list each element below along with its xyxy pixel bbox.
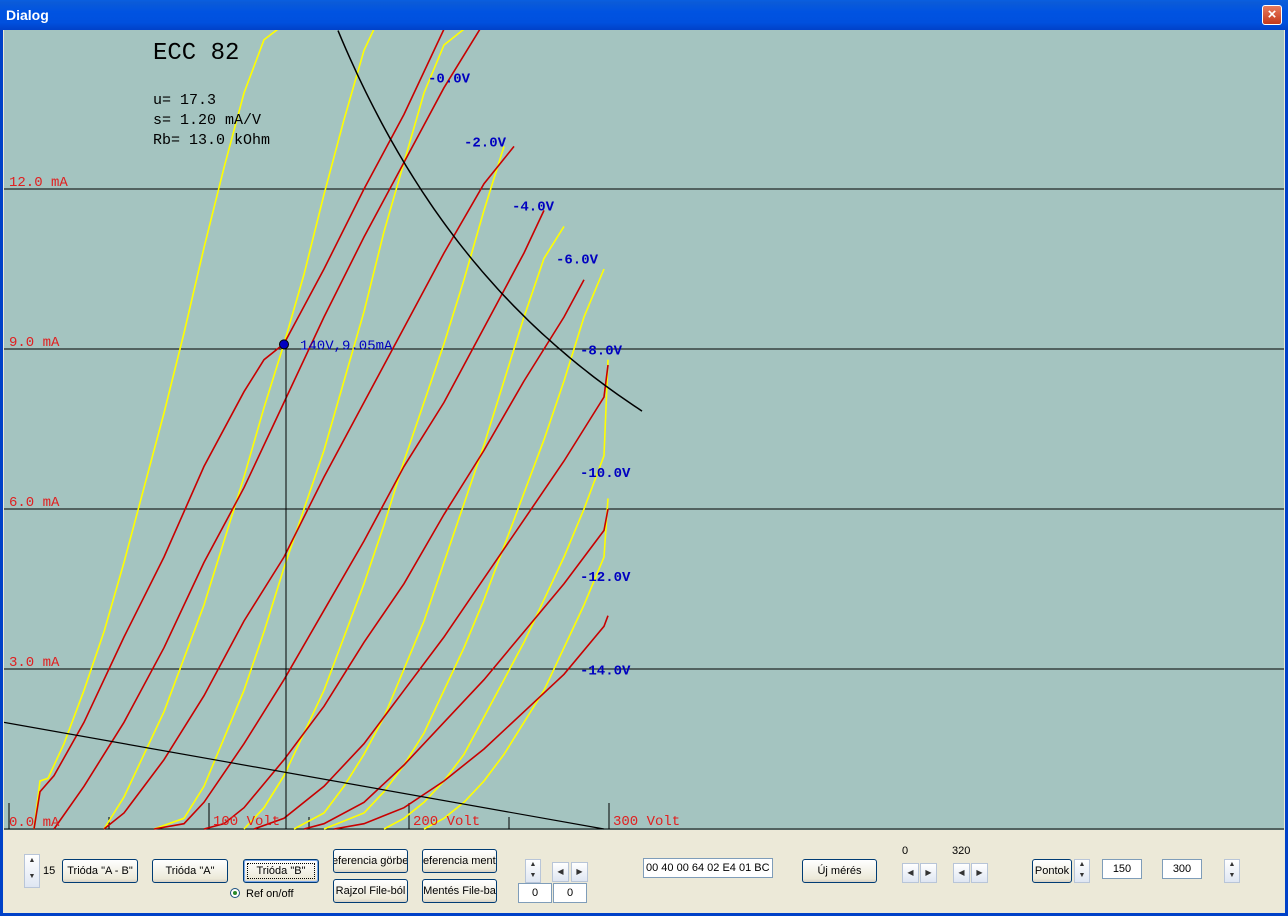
points-button[interactable]: Pontok [1032,859,1072,883]
points-spinner[interactable]: ▲ ▼ [1074,859,1090,883]
spin-up-icon[interactable]: ▲ [1075,860,1089,871]
save-to-file-button[interactable]: Mentés File-ba [422,879,497,903]
trioda-ab-label: Trióda "A - B" [67,865,133,877]
curve-count-value: 15 [43,865,56,877]
spin-up-icon[interactable]: ▲ [526,860,540,871]
tube-mu: u= 17.3 [153,92,216,109]
x-tick-label: 100 Volt [213,814,280,830]
y-tick-label: 0.0 mA [9,815,60,830]
draw-from-file-button[interactable]: Rajzol File-ból [333,879,408,903]
spin-down-icon[interactable]: ▼ [25,871,39,887]
offset-spinner[interactable]: ▲ ▼ [525,859,541,883]
curve-count-spinner[interactable]: ▲ ▼ [24,854,40,888]
draw-from-file-label: Rajzol File-ból [335,885,406,897]
hex-bytes-field[interactable]: 00 40 00 64 02 E4 01 BC [643,858,773,878]
ref-curve-label: Referencia görbe [334,855,408,867]
spin-up-icon[interactable]: ▲ [1225,860,1239,871]
bias-label: -0.0V [428,71,471,87]
right-arrow-icon: ▶ [925,868,932,877]
range-max-label: 320 [952,845,971,857]
title-bar[interactable]: Dialog × [0,0,1288,30]
min-right-button[interactable]: ▶ [920,863,937,883]
ref-toggle-label: Ref on/off [246,888,294,900]
left-arrow-icon: ◀ [907,868,914,877]
points-end-field[interactable]: 300 [1162,859,1202,879]
close-button[interactable]: × [1262,5,1282,25]
x-tick-label: 300 Volt [613,814,680,830]
bias-label: -14.0V [580,663,631,679]
trioda-b-label: Trióda "B" [244,860,318,882]
y-tick-label: 6.0 mA [9,495,60,511]
new-measure-button[interactable]: Új mérés [802,859,877,883]
y-tick-label: 9.0 mA [9,335,60,351]
trioda-a-button[interactable]: Trióda "A" [152,859,228,883]
bias-label: -2.0V [464,135,507,151]
ref-curve-button[interactable]: Referencia görbe [333,849,408,873]
points-label: Pontok [1034,865,1070,877]
marker-point[interactable] [279,339,289,350]
new-measure-label: Új mérés [817,865,862,877]
left-arrow-icon: ◀ [557,867,564,876]
window-title: Dialog [6,7,49,23]
control-toolbar: ▲ ▼ 15 Trióda "A - B" Trióda "A" Trióda "… [4,831,1284,913]
trioda-ab-button[interactable]: Trióda "A - B" [62,859,138,883]
max-right-button[interactable]: ▶ [971,863,988,883]
tube-curve-plot[interactable]: 0.0 mA 3.0 mA 6.0 mA 9.0 mA 12.0 mA 100 Volt 2… [4,30,1284,830]
points-start-field[interactable]: 150 [1102,859,1142,879]
left-arrow-button[interactable]: ◀ [552,862,569,882]
x-tick-label: 200 Volt [413,814,480,830]
trioda-a-label: Trióda "A" [165,865,215,877]
bias-label: -6.0V [556,253,599,269]
spin-down-icon[interactable]: ▼ [526,871,540,882]
right-arrow-button[interactable]: ▶ [571,862,588,882]
right-arrow-icon: ▶ [976,868,983,877]
save-to-file-label: Mentés File-ba [423,885,496,897]
tube-plate-resistance: Rb= 13.0 kOhm [153,132,270,149]
right-arrow-icon: ▶ [576,867,583,876]
ref-toggle-radio[interactable] [230,888,240,898]
left-arrow-icon: ◀ [958,868,965,877]
offset-left-field[interactable]: 0 [518,883,552,903]
y-tick-label: 12.0 mA [9,175,68,191]
y-tick-label: 3.0 mA [9,655,60,671]
close-icon: × [1267,6,1277,23]
bias-label: -10.0V [580,466,631,482]
marker-label: 140V,9.05mA [300,338,393,354]
range-min-label: 0 [902,845,909,857]
spin-down-icon[interactable]: ▼ [1075,871,1089,882]
radio-dot-icon [233,891,237,895]
ref-save-label: Referencia mentés [422,855,496,867]
trioda-b-button[interactable]: Trióda "B" [243,859,319,883]
spin-up-icon[interactable]: ▲ [25,855,39,871]
ref-save-button[interactable]: Referencia mentés [422,849,497,873]
min-left-button[interactable]: ◀ [902,863,919,883]
spin-down-icon[interactable]: ▼ [1225,871,1239,882]
bias-label: -4.0V [512,199,555,215]
offset-right-field[interactable]: 0 [553,883,587,903]
bias-label: -12.0V [580,570,631,586]
bias-label: -8.0V [580,343,623,359]
tube-name: ECC 82 [153,40,239,67]
tube-transconductance: s= 1.20 mA/V [153,112,261,129]
max-left-button[interactable]: ◀ [953,863,970,883]
range-spinner[interactable]: ▲ ▼ [1224,859,1240,883]
